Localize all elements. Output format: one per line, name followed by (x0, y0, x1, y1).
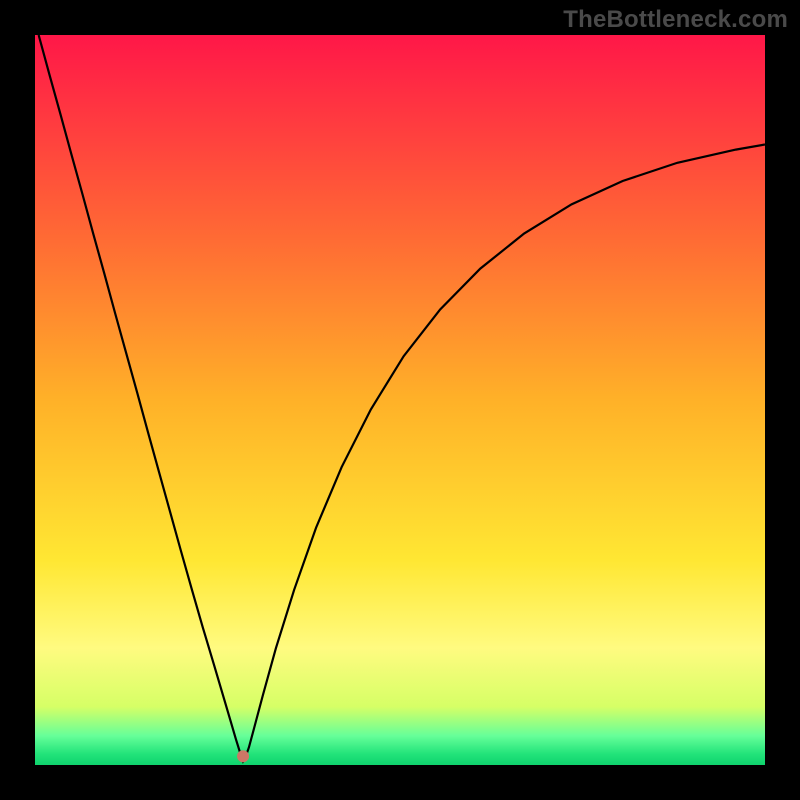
plot-area (35, 35, 765, 765)
watermark-text: TheBottleneck.com (563, 6, 788, 34)
minimum-marker-icon (237, 750, 249, 762)
chart-frame: TheBottleneck.com (0, 0, 800, 800)
gradient-background (35, 35, 765, 765)
chart-svg (35, 35, 765, 765)
